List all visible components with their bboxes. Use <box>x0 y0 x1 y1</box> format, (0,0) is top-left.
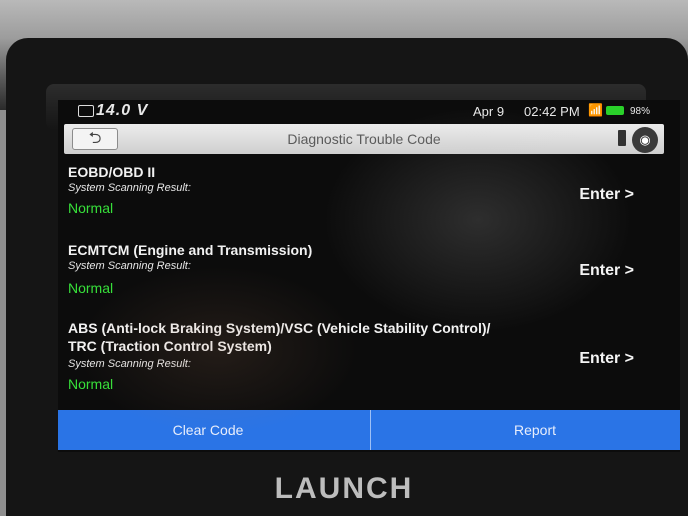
title-bar: ⮌ Diagnostic Trouble Code ◉ <box>64 124 664 154</box>
system-list: EOBD/OBD II System Scanning Result: Norm… <box>58 160 680 408</box>
report-button[interactable]: Report <box>370 410 680 450</box>
scan-result-value: Normal <box>68 280 114 296</box>
enter-button[interactable]: Enter > <box>579 186 634 204</box>
voltage-readout: 14.0 V <box>96 102 149 119</box>
battery-icon <box>606 106 624 115</box>
clear-code-button[interactable]: Clear Code <box>58 410 368 450</box>
system-name: ABS (Anti-lock Braking System)/VSC (Vehi… <box>68 320 491 336</box>
system-item-abs[interactable]: ABS (Anti-lock Braking System)/VSC (Vehi… <box>58 316 680 408</box>
battery-percent: 98% <box>630 106 651 117</box>
camera-icon: ◉ <box>639 132 651 147</box>
scan-result-value: Normal <box>68 200 114 216</box>
scan-result-label: System Scanning Result: <box>68 260 191 272</box>
status-date: Apr 9 <box>473 104 505 119</box>
battery-voltage-icon <box>78 105 94 117</box>
brand-logo: LAUNCH <box>274 472 414 505</box>
enter-button[interactable]: Enter > <box>579 350 634 368</box>
scan-result-value: Normal <box>68 376 114 392</box>
document-icon[interactable] <box>618 130 626 146</box>
bottom-action-bar: Clear Code Report <box>58 410 680 450</box>
device-screen: 14.0 V Apr 9 02:42 PM 📶 98% ⮌ Diagnostic… <box>58 100 680 452</box>
camera-button[interactable]: ◉ <box>632 127 658 153</box>
page-title: Diagnostic Trouble Code <box>287 131 441 147</box>
system-name: ECMTCM (Engine and Transmission) <box>68 242 313 258</box>
system-item-ecmtcm[interactable]: ECMTCM (Engine and Transmission) System … <box>58 238 680 316</box>
scan-result-label: System Scanning Result: <box>68 358 191 370</box>
status-bar: 14.0 V Apr 9 02:42 PM 📶 98% <box>58 100 680 122</box>
scan-result-label: System Scanning Result: <box>68 182 191 194</box>
system-name-line2: TRC (Traction Control System) <box>68 338 272 354</box>
wifi-icon: 📶 <box>588 103 603 117</box>
system-item-eobd[interactable]: EOBD/OBD II System Scanning Result: Norm… <box>58 160 680 238</box>
system-name: EOBD/OBD II <box>68 164 156 180</box>
enter-button[interactable]: Enter > <box>579 262 634 280</box>
status-time: 02:42 PM <box>524 104 580 119</box>
